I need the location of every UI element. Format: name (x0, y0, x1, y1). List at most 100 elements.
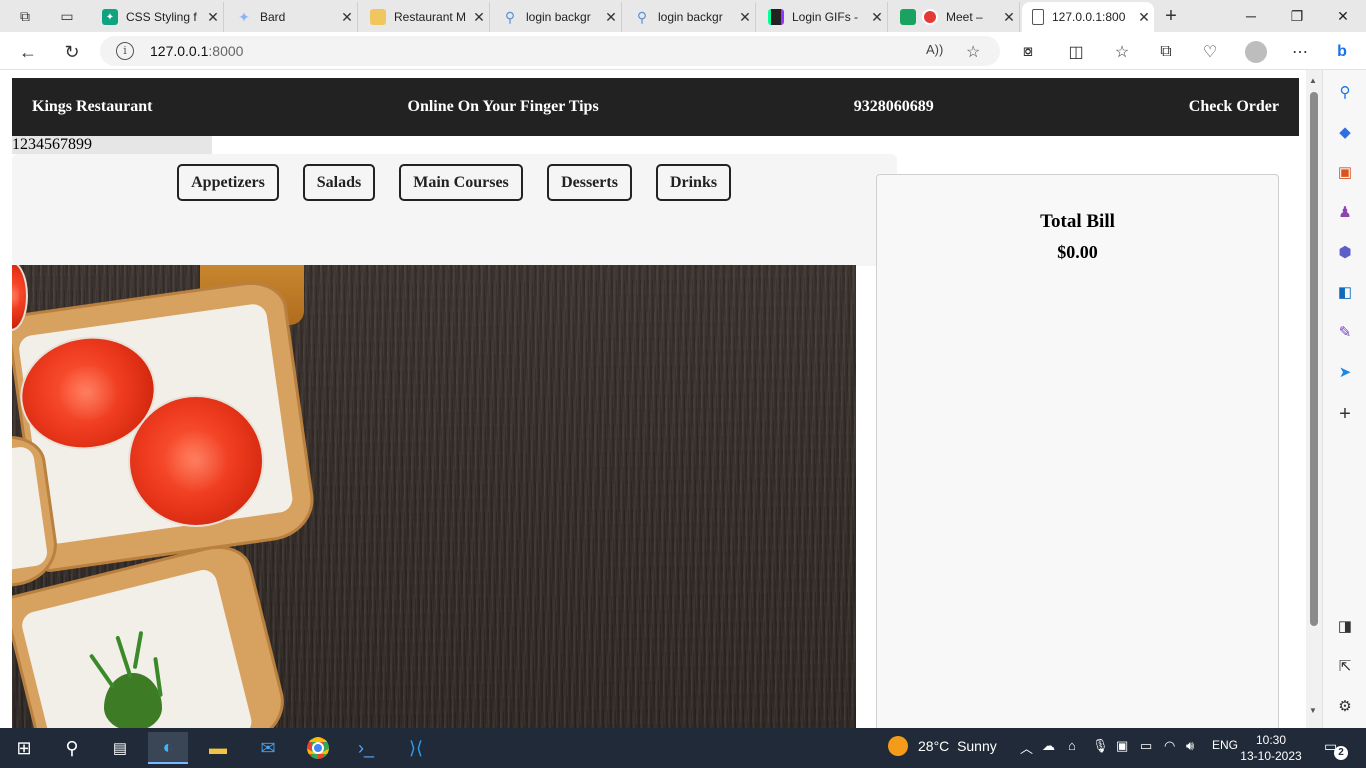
clock-time: 10:30 (1255, 733, 1287, 747)
url-host: 127.0.0.1 (150, 43, 209, 59)
settings-gear-icon[interactable]: ⚙ (1333, 694, 1357, 718)
edge-taskbar-icon[interactable]: ◐ (148, 732, 188, 764)
favorite-star-icon[interactable]: ☆ (966, 42, 980, 62)
scroll-up-icon[interactable]: ▲ (1309, 76, 1317, 85)
minimize-icon[interactable]: ─ (1228, 0, 1274, 32)
refresh-icon[interactable]: ↻ (58, 38, 86, 66)
tab-title: login backgr (526, 10, 591, 24)
brand-name[interactable]: Kings Restaurant (32, 98, 152, 116)
check-order-link[interactable]: Check Order (1189, 98, 1279, 116)
window-close-icon[interactable]: ✕ (1320, 0, 1366, 32)
browser-tab[interactable]: ⚲ login backgr ✕ (624, 2, 756, 32)
category-appetizers-button[interactable]: Appetizers (177, 164, 279, 201)
collections-icon[interactable]: ⧉ (1154, 40, 1178, 64)
scrollbar-thumb[interactable] (1310, 92, 1318, 626)
volume-icon[interactable]: 🔊︎ (1186, 738, 1194, 754)
close-icon[interactable]: ✕ (337, 9, 357, 26)
browser-tab[interactable]: Meet – ✕ (890, 2, 1020, 32)
weather-widget[interactable]: 28°C Sunny (888, 736, 997, 756)
close-icon[interactable]: ✕ (735, 9, 755, 26)
send-icon[interactable]: ➤ (1333, 360, 1357, 384)
powershell-icon[interactable]: ›_ (346, 732, 386, 764)
display-icon[interactable]: ▣ (1116, 738, 1128, 754)
category-main-courses-button[interactable]: Main Courses (399, 164, 523, 201)
wifi-icon[interactable]: ◠ (1164, 738, 1175, 754)
system-clock[interactable]: 10:30 13-10-2023 (1236, 732, 1306, 764)
close-icon[interactable]: ✕ (867, 9, 887, 26)
tab-title: Bard (260, 10, 286, 24)
mail-icon[interactable]: ✉ (248, 732, 288, 764)
search-icon[interactable]: ⚲ (1333, 80, 1357, 104)
games-icon[interactable]: ♟ (1333, 200, 1357, 224)
scroll-down-icon[interactable]: ▼ (1309, 706, 1317, 715)
search-icon: ⚲ (504, 8, 516, 25)
total-bill-title: Total Bill (1040, 211, 1115, 232)
file-explorer-icon[interactable]: ▬ (198, 732, 238, 764)
browser-tab[interactable]: ✦ Bard ✕ (226, 2, 358, 32)
extensions-icon[interactable]: ⧇ (1016, 40, 1040, 64)
close-icon[interactable]: ✕ (469, 9, 489, 26)
windows-start-icon[interactable]: ⊞ (4, 732, 44, 764)
tab-actions-icon[interactable]: ▭ (56, 5, 78, 27)
browser-tab[interactable]: ⚲ login backgr ✕ (492, 2, 622, 32)
browser-tab[interactable]: Login GIFs - ✕ (758, 2, 888, 32)
url-port: :8000 (208, 43, 244, 59)
browser-tab-active[interactable]: 127.0.0.1:800 ✕ (1022, 2, 1154, 32)
category-salads-button[interactable]: Salads (303, 164, 375, 201)
search-icon: ⚲ (636, 8, 648, 25)
vscode-icon[interactable]: ⟩⟨ (396, 732, 436, 764)
device-icon[interactable]: ⌂ (1068, 738, 1076, 753)
clock-date: 13-10-2023 (1240, 749, 1302, 763)
chrome-icon[interactable] (298, 732, 338, 764)
chevron-up-icon[interactable]: ︿ (1020, 738, 1033, 757)
close-icon[interactable]: ✕ (1134, 9, 1154, 26)
microsoft-365-icon[interactable]: ⬢ (1333, 240, 1357, 264)
category-panel: Appetizers Salads Main Courses Desserts … (12, 154, 897, 266)
weather-condition: Sunny (957, 738, 997, 754)
restore-icon[interactable]: ❐ (1274, 0, 1320, 32)
sidebar-panel-icon[interactable]: ◨ (1333, 614, 1357, 638)
edge-sidebar: ⚲ ◆ ▣ ♟ ⬢ ◧ ✎ ➤ + ◨ ⇱ ⚙ (1322, 70, 1366, 728)
search-icon[interactable]: ⚲ (52, 732, 92, 764)
url-field[interactable]: i 127.0.0.1:8000 A)) ☆ (100, 36, 1000, 66)
temperature: 28°C (918, 738, 950, 754)
site-info-icon[interactable]: i (116, 42, 134, 60)
page-scrollbar[interactable]: ▲ ▼ (1306, 70, 1322, 728)
folder-icon (370, 9, 386, 25)
workspaces-icon[interactable]: ⧉ (14, 5, 36, 27)
close-icon[interactable]: ✕ (601, 9, 621, 26)
browser-tab[interactable]: ✦ CSS Styling f ✕ (92, 2, 224, 32)
back-icon[interactable]: ← (14, 38, 42, 66)
split-screen-icon[interactable]: ◫ (1064, 40, 1088, 64)
close-icon[interactable]: ✕ (203, 9, 223, 26)
tab-title: Meet – (946, 10, 983, 24)
notifications-icon[interactable]: ▭ 2 (1324, 738, 1348, 760)
new-tab-icon[interactable]: + (1160, 5, 1182, 27)
browser-tab[interactable]: Restaurant M ✕ (360, 2, 490, 32)
shopping-tag-icon[interactable]: ◆ (1333, 120, 1357, 144)
onedrive-cloud-icon[interactable]: ☁ (1042, 738, 1055, 754)
tagline: Online On Your Finger Tips (407, 98, 599, 115)
task-view-icon[interactable]: ▤ (100, 732, 140, 764)
open-external-icon[interactable]: ⇱ (1333, 654, 1357, 678)
page-viewport: Kings Restaurant Online On Your Finger T… (0, 70, 1306, 728)
more-menu-icon[interactable]: ⋯ (1288, 40, 1312, 64)
language-indicator[interactable]: ENG (1212, 738, 1238, 752)
outlook-icon[interactable]: ◧ (1333, 280, 1357, 304)
category-drinks-button[interactable]: Drinks (656, 164, 731, 201)
tools-briefcase-icon[interactable]: ▣ (1333, 160, 1357, 184)
microphone-icon[interactable]: 🎙︎ (1092, 738, 1109, 754)
site-header: Kings Restaurant Online On Your Finger T… (12, 78, 1299, 136)
browser-essentials-icon[interactable]: ♡ (1198, 40, 1222, 64)
category-desserts-button[interactable]: Desserts (547, 164, 632, 201)
designer-icon[interactable]: ✎ (1333, 320, 1357, 344)
profile-avatar-icon[interactable] (1244, 40, 1268, 64)
add-icon[interactable]: + (1333, 402, 1357, 426)
read-aloud-icon[interactable]: A)) (926, 42, 943, 57)
copilot-icon[interactable]: b (1330, 40, 1354, 64)
address-bar: ← ↻ i 127.0.0.1:8000 A)) ☆ ⧇ ◫ ☆ ⧉ ♡ ⋯ b (0, 32, 1366, 70)
close-icon[interactable]: ✕ (999, 9, 1019, 26)
favorites-icon[interactable]: ☆ (1110, 40, 1134, 64)
battery-icon[interactable]: ▭ (1140, 738, 1152, 754)
giphy-icon (768, 9, 784, 25)
